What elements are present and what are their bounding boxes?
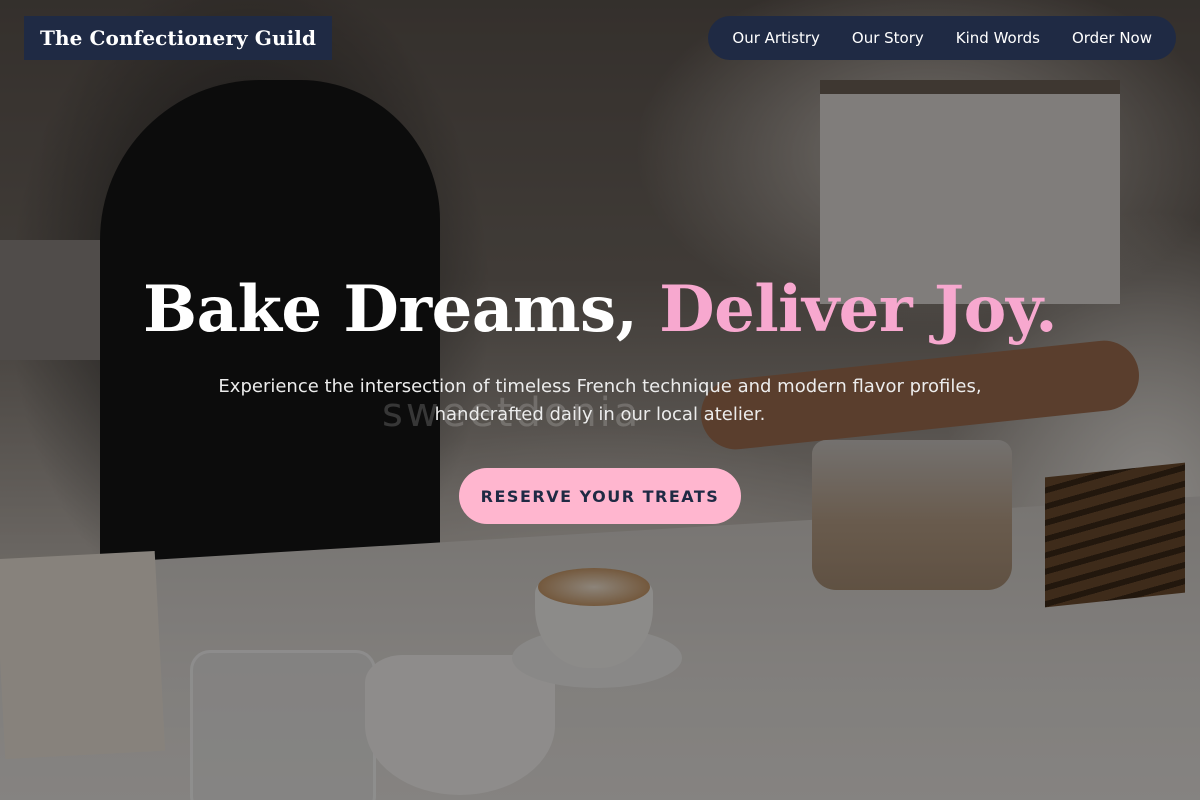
subtitle-line-2: handcrafted daily in our local atelier. — [434, 404, 766, 425]
brand-logo[interactable]: The Confectionery Guild — [24, 16, 333, 60]
nav-link-our-story[interactable]: Our Story — [836, 16, 940, 60]
main-nav: Our Artistry Our Story Kind Words Order … — [708, 16, 1176, 60]
subtitle-line-1: Experience the intersection of timeless … — [218, 376, 982, 397]
hero-headline: Bake Dreams, Deliver Joy. — [0, 272, 1200, 347]
nav-link-kind-words[interactable]: Kind Words — [940, 16, 1056, 60]
headline-part-1: Bake Dreams, — [143, 272, 638, 347]
nav-link-our-artistry[interactable]: Our Artistry — [716, 16, 835, 60]
headline-part-2: Deliver Joy. — [659, 272, 1057, 347]
hero-subtitle: Experience the intersection of timeless … — [200, 373, 1000, 429]
nav-link-order-now[interactable]: Order Now — [1056, 16, 1168, 60]
hero-section: The Confectionery Guild Our Artistry Our… — [0, 0, 1200, 800]
reserve-treats-button[interactable]: RESERVE YOUR TREATS — [459, 468, 741, 524]
brand-name: The Confectionery Guild — [40, 26, 317, 50]
